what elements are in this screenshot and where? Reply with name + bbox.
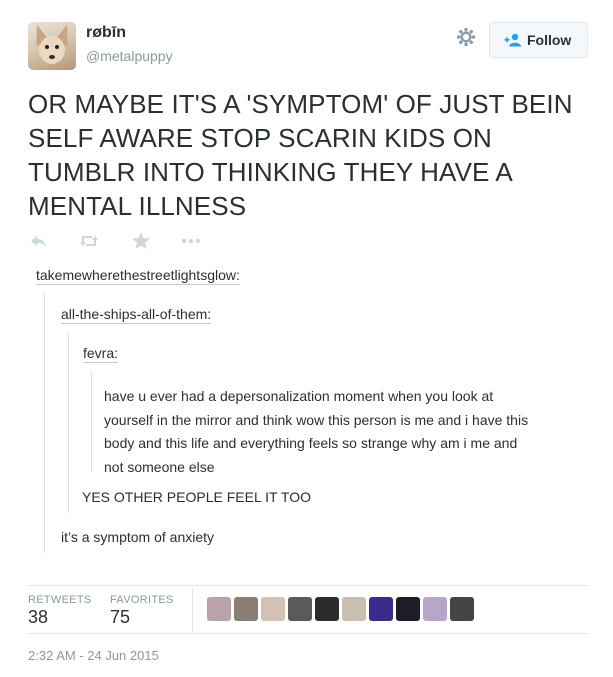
post-user-level1: takemewherethestreetlightsglow: — [36, 267, 240, 285]
user-display-name[interactable]: røbīn — [86, 24, 126, 42]
retweets-count[interactable]: 38 — [28, 607, 48, 628]
tweet-header: røbīn @metalpuppy Follow — [28, 22, 588, 72]
stats-top-divider — [28, 585, 588, 586]
favoriter-avatar[interactable] — [234, 597, 258, 621]
follow-label: Follow — [527, 32, 572, 48]
favoriter-avatar[interactable] — [450, 597, 474, 621]
quote-line: not someone else — [104, 458, 215, 475]
more-icon[interactable] — [180, 230, 202, 252]
post-user-level2: all-the-ships-all-of-them: — [61, 306, 212, 324]
favorites-count[interactable]: 75 — [110, 607, 130, 628]
stats-vertical-divider — [192, 588, 193, 632]
post-quote-text: have u ever had a depersonalization mome… — [104, 385, 584, 479]
favoriter-avatar[interactable] — [396, 597, 420, 621]
quote-line: yourself in the mirror and think wow thi… — [104, 411, 529, 428]
reply-icon[interactable] — [28, 230, 50, 252]
tweet-timestamp[interactable]: 2:32 AM - 24 Jun 2015 — [28, 648, 159, 663]
post-reply-level1: it’s a symptom of anxiety — [61, 529, 215, 545]
gear-icon[interactable] — [456, 27, 476, 47]
favoriter-avatar[interactable] — [342, 597, 366, 621]
favoriter-avatar[interactable] — [261, 597, 285, 621]
follow-button[interactable]: Follow — [489, 22, 588, 58]
favoriter-avatar[interactable] — [315, 597, 339, 621]
favorite-icon[interactable] — [130, 230, 152, 252]
quote-bar-level3 — [91, 372, 92, 472]
quote-bar-level1 — [44, 293, 45, 553]
favoriter-avatar[interactable] — [207, 597, 231, 621]
favoriter-avatar[interactable] — [288, 597, 312, 621]
favorites-label: FAVORITES — [110, 594, 174, 606]
quote-line: have u ever had a depersonalization mome… — [104, 388, 494, 404]
favoriter-avatar[interactable] — [423, 597, 447, 621]
post-user-level3: fevra: — [83, 345, 119, 363]
user-avatar[interactable] — [28, 22, 76, 70]
post-reply-level2: YES OTHER PEOPLE FEEL IT TOO — [82, 489, 311, 505]
user-handle[interactable]: @metalpuppy — [86, 48, 173, 64]
quote-line: body and this life and everything feels … — [104, 435, 518, 451]
add-user-icon — [504, 33, 521, 47]
favoriter-avatar[interactable] — [369, 597, 393, 621]
stats-bottom-divider — [28, 633, 588, 634]
retweets-label: RETWEETS — [28, 594, 92, 606]
tweet-text: OR MAYBE IT'S A 'SYMPTOM' OF JUST BEIN S… — [28, 89, 573, 221]
quote-bar-level2 — [68, 333, 69, 513]
retweet-icon[interactable] — [78, 230, 100, 252]
